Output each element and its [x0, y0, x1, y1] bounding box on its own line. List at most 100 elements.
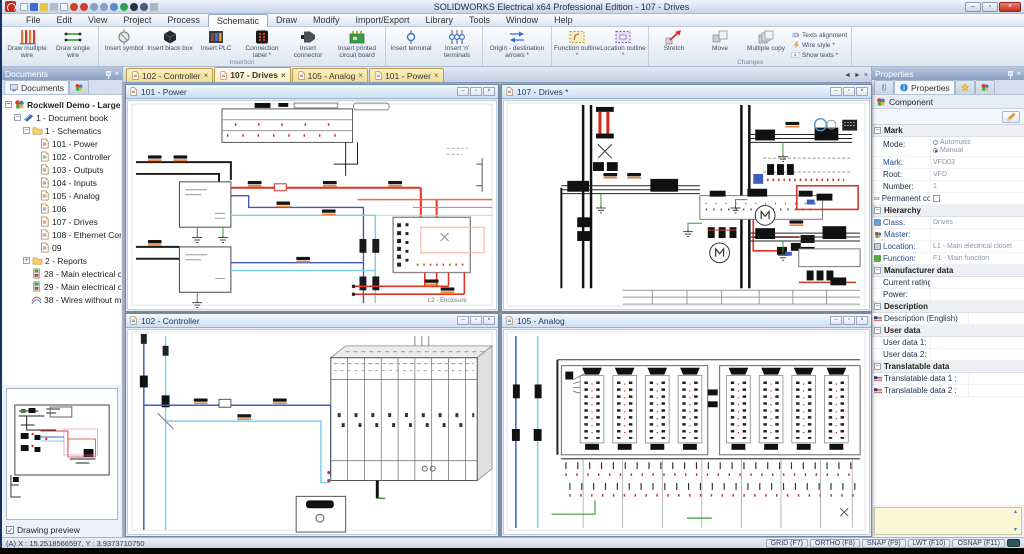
tab-close-icon[interactable]: × [204, 71, 209, 80]
insert-n-terminals-button[interactable]: Insert 'n' terminals [434, 28, 480, 59]
snap-toggle-button[interactable]: SNAP (F9) [862, 539, 906, 548]
tree-item-document-book[interactable]: −1 - Document book [3, 111, 121, 124]
property-row-root[interactable]: Root:VFD [872, 169, 1024, 181]
tree-item-104-inputs[interactable]: 104 - Inputs [3, 176, 121, 189]
mode-manual-radio[interactable]: Manual [933, 147, 963, 154]
doc-tab-101-power[interactable]: 101 - Power× [369, 68, 444, 82]
property-row-function[interactable]: Function:F1 - Main function [872, 253, 1024, 265]
status-icon[interactable] [1007, 539, 1020, 547]
tree-item-29-main-electrical-closet[interactable]: 29 - Main electrical closet [3, 280, 121, 293]
show-texts-button[interactable]: Show texts * [791, 51, 847, 59]
pin-icon[interactable] [1008, 71, 1013, 76]
menu-file[interactable]: File [18, 14, 49, 26]
property-row-location[interactable]: Location:L1 - Main electrical closet [872, 241, 1024, 253]
wire-style-button[interactable]: Wire style * [791, 41, 847, 49]
window-102-controller-titlebar[interactable]: 102 - Controller – ▫ × [126, 314, 498, 328]
tab-documents[interactable]: Documents [4, 80, 69, 94]
stretch-button[interactable]: Stretch [651, 28, 697, 52]
section-translatable-data[interactable]: −Translatable data [872, 361, 1024, 373]
controller-schematic-canvas[interactable] [127, 329, 497, 535]
ortho-toggle-button[interactable]: ORTHO (F8) [810, 539, 860, 548]
child-minimize-button[interactable]: – [830, 316, 842, 325]
child-maximize-button[interactable]: ▫ [470, 87, 482, 96]
radio-icon[interactable] [933, 140, 938, 145]
pin-icon[interactable] [106, 71, 111, 76]
property-row-power[interactable]: Power: [872, 289, 1024, 301]
minimize-button[interactable]: – [965, 2, 981, 12]
menu-process[interactable]: Process [159, 14, 208, 26]
description-note-box[interactable]: ▲ ▼ [874, 507, 1022, 535]
menu-modify[interactable]: Modify [305, 14, 348, 26]
child-close-button[interactable]: × [856, 316, 868, 325]
function-outline-button[interactable]: Function outline * [554, 28, 600, 59]
insert-symbol-button[interactable]: Insert symbol [101, 28, 147, 52]
tree-item-schematics[interactable]: −1 - Schematics [3, 124, 121, 137]
tree-expander[interactable]: − [5, 101, 12, 108]
panel-close-icon[interactable]: × [1016, 70, 1021, 78]
tree-item-38-wires-without-mark[interactable]: 38 - Wires without mark [3, 293, 121, 306]
section-expander-icon[interactable]: − [874, 327, 881, 334]
tree-expander[interactable]: + [23, 257, 30, 264]
location-outline-button[interactable]: Location outline * [600, 28, 646, 59]
property-row-permanent[interactable]: ∞Permanent compone [872, 193, 1024, 205]
edit-component-button[interactable] [1002, 111, 1020, 123]
tree-expander[interactable]: − [23, 127, 30, 134]
panel-close-icon[interactable]: × [114, 70, 119, 78]
section-manufacturer-data[interactable]: −Manufacturer data [872, 265, 1024, 277]
menu-project[interactable]: Project [115, 14, 159, 26]
connection-label-button[interactable]: Connection label * [239, 28, 285, 59]
window-107-drives-titlebar[interactable]: 107 - Drives * – ▫ × [502, 85, 871, 99]
window-105-analog-titlebar[interactable]: 105 - Analog – ▫ × [502, 314, 871, 328]
scroll-down-icon[interactable]: ▼ [1011, 527, 1020, 533]
insert-terminal-button[interactable]: Insert terminal [388, 28, 434, 52]
tab-close-icon[interactable]: × [281, 71, 286, 80]
doc-tab-102-controller[interactable]: 102 - Controller× [126, 68, 213, 82]
draw-single-wire-button[interactable]: Draw single wire [50, 28, 96, 59]
tree-item-28-main-electrical-closet[interactable]: 28 - Main electrical closet [3, 267, 121, 280]
mode-automatic-radio[interactable]: Automatic [933, 139, 971, 146]
section-expander-icon[interactable]: − [874, 127, 881, 134]
section-expander-icon[interactable]: − [874, 363, 881, 370]
child-close-button[interactable]: × [483, 87, 495, 96]
draw-multiple-wire-button[interactable]: Draw multiple wire [4, 28, 50, 59]
child-close-button[interactable]: × [483, 316, 495, 325]
menu-help[interactable]: Help [546, 14, 581, 26]
property-row-master[interactable]: Master: [872, 229, 1024, 241]
tree-item-101-power[interactable]: 101 - Power [3, 137, 121, 150]
tree-item-105-analog[interactable]: 105 - Analog [3, 189, 121, 202]
tab-scroll-left-button[interactable]: ◄ [844, 72, 851, 79]
menu-window[interactable]: Window [498, 14, 546, 26]
tree-item-103-outputs[interactable]: 103 - Outputs [3, 163, 121, 176]
child-close-button[interactable]: × [856, 87, 868, 96]
tab-attachments[interactable] [874, 80, 894, 94]
property-row-class[interactable]: Class:Drives [872, 217, 1024, 229]
tab-close-icon[interactable]: × [358, 71, 363, 80]
osnap-toggle-button[interactable]: OSNAP (F11) [952, 539, 1005, 548]
section-user-data[interactable]: −User data [872, 325, 1024, 337]
tab-favorites[interactable] [955, 80, 975, 94]
doc-tab-105-analog[interactable]: 105 - Analog× [292, 68, 368, 82]
analog-schematic-canvas[interactable] [503, 329, 870, 535]
drives-schematic-canvas[interactable] [503, 100, 870, 310]
menu-tools[interactable]: Tools [461, 14, 498, 26]
drawing-preview-toggle[interactable]: ✓ Drawing preview [2, 523, 122, 537]
property-row-mark[interactable]: Mark:VFD03 [872, 157, 1024, 169]
property-row-translatable-1[interactable]: Translatable data 1 : [872, 373, 1024, 385]
menu-library[interactable]: Library [418, 14, 462, 26]
section-expander-icon[interactable]: − [874, 267, 881, 274]
maximize-button[interactable]: ▫ [982, 2, 998, 12]
property-row-current-rating[interactable]: Current rating: [872, 277, 1024, 289]
section-hierarchy[interactable]: −Hierarchy [872, 205, 1024, 217]
property-row-number[interactable]: Number:1 [872, 181, 1024, 193]
insert-black-box-button[interactable]: Insert black box [147, 28, 193, 52]
tab-properties[interactable]: Properties [894, 80, 955, 94]
checkbox-icon[interactable]: ✓ [6, 526, 14, 534]
child-minimize-button[interactable]: – [830, 87, 842, 96]
property-row-translatable-2[interactable]: Translatable data 2 : [872, 385, 1024, 397]
drawing-preview-thumbnail[interactable] [6, 388, 118, 520]
component-selector[interactable]: Component [872, 95, 1024, 109]
menu-view[interactable]: View [80, 14, 115, 26]
tree-item-2-reports[interactable]: +2 - Reports [3, 254, 121, 267]
tree-item-102-controller[interactable]: 102 - Controller [3, 150, 121, 163]
child-maximize-button[interactable]: ▫ [470, 316, 482, 325]
